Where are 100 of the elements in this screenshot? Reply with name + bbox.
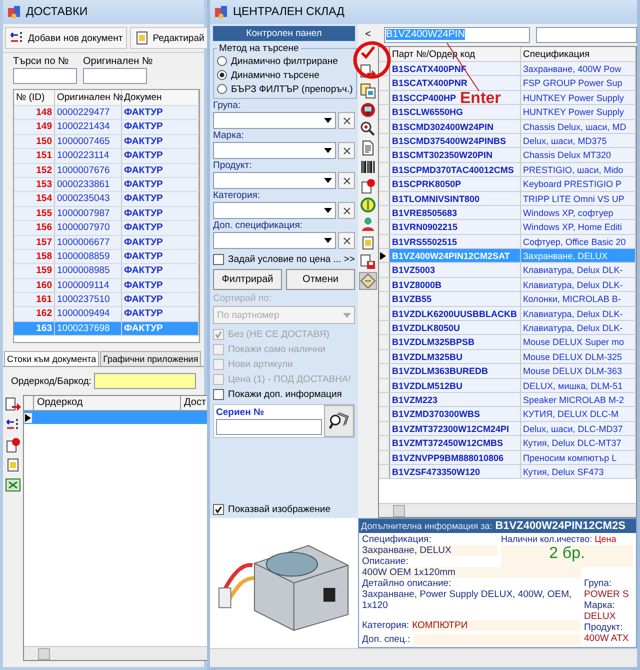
table-row[interactable]: B1VRE8505683 Windows XP, софтуер <box>379 206 636 220</box>
checkbox-label[interactable]: Показвай изображение <box>228 504 331 514</box>
table-row[interactable]: B1SCLW6550HG HUNTKEY Power Supply <box>379 105 636 120</box>
collapse-button[interactable]: < <box>365 26 371 42</box>
table-row[interactable]: B1VZ8000B Клавиатура, Delux DLK- <box>379 278 636 292</box>
spreadsheet-icon[interactable] <box>5 477 21 493</box>
magnifier-icon[interactable] <box>360 121 376 137</box>
table-row[interactable]: B1VRN0902215 Windows XP, Home Editi <box>379 220 636 235</box>
table-row[interactable]: B1VZSF473350W120 Кутия, Delux SF473 <box>379 464 636 480</box>
table-row[interactable]: B1SCPMD370TAC40012CMS PRESTIGIO, шаси, Mido <box>379 162 636 178</box>
table-row[interactable]: 157 1000006677 ФАКТУР <box>14 236 199 250</box>
table-row[interactable]: B1VZ5003 Клавиатура, Delux DLK- <box>379 263 636 278</box>
table-row[interactable]: B1VZB55 Колонки, MICROLAB B- <box>379 292 636 307</box>
filter-input[interactable] <box>536 27 637 43</box>
person-icon[interactable] <box>360 216 376 232</box>
table-row[interactable]: B1SCPRK8050P Keyboard PRESTIGIO P <box>379 177 636 192</box>
horizontal-scrollbar[interactable] <box>379 503 636 517</box>
radio-button[interactable] <box>217 70 227 80</box>
column-header[interactable]: Докумен <box>122 90 199 105</box>
table-row[interactable]: B1SCMT302350W20PIN Chassis Delux MT320 <box>379 148 636 163</box>
radio-button[interactable] <box>217 84 227 94</box>
table-row[interactable]: B1VZDLK6200UUSBBLACKB Клавиатура, Delux DLK- <box>379 306 636 322</box>
document-badge-icon[interactable] <box>360 178 376 194</box>
table-row[interactable]: 152 1000007676 ФАКТУР <box>14 164 199 178</box>
clear-button[interactable] <box>338 142 355 159</box>
table-row[interactable]: 153 0000233861 ФАКТУР <box>14 178 199 192</box>
table-row[interactable]: 148 0000229477 ФАКТУР <box>14 106 199 120</box>
table-row[interactable]: B1VZDLK8050U Клавиатура, Delux DLK- <box>379 321 636 336</box>
option-label[interactable]: Динамично филтриране <box>231 56 338 66</box>
table-row[interactable]: 158 1000008859 ФАКТУР <box>14 250 199 264</box>
dropdown-field[interactable] <box>213 172 336 189</box>
panel-button[interactable]: Филтрирай <box>213 269 282 290</box>
toolbar-button[interactable]: Редактирай <box>130 27 208 49</box>
document-icon[interactable] <box>360 235 376 251</box>
table-row[interactable]: 160 1000009114 ФАКТУР <box>14 278 199 294</box>
check-icon[interactable] <box>360 45 376 61</box>
document-save-icon[interactable] <box>360 254 376 270</box>
documents-icon[interactable] <box>360 83 376 99</box>
table-row[interactable]: 159 1000008985 ФАКТУР <box>14 264 199 279</box>
dropdown-field[interactable] <box>213 232 336 249</box>
column-header[interactable]: Спецификация <box>521 47 636 61</box>
table-row[interactable]: B1VRS5502515 Софтуер, Office Basic 20 <box>379 234 636 250</box>
horizontal-scrollbar[interactable] <box>24 646 210 660</box>
table-row[interactable]: 150 1000007465 ФАКТУР <box>14 134 199 150</box>
barcode-icon[interactable] <box>360 159 376 175</box>
document-icon[interactable] <box>5 457 21 473</box>
column-header[interactable]: Оригинален № <box>55 90 122 105</box>
panel-button[interactable]: Отмени <box>286 269 355 290</box>
table-row[interactable]: B1VZMT372300W12CM24PI Delux, шаси, DLC-MD37 <box>379 422 636 436</box>
column-header[interactable]: № (ID) <box>14 90 55 105</box>
table-row[interactable]: B1VZDLM363BUREDB Mouse DELUX DLM-363 <box>379 364 636 379</box>
table-row[interactable]: B1VZDLM512BU DELUX, мишка, DLM-51 <box>379 378 636 393</box>
column-header[interactable]: Дост <box>181 396 210 410</box>
table-row[interactable]: B1SCMD302400W24PIN Chassis Delux, шаси, MD <box>379 120 636 134</box>
table-row[interactable]: B1VZNVPP9BM888010806 Преносим компютър L <box>379 450 636 465</box>
radio-button[interactable] <box>217 56 227 66</box>
table-row[interactable]: B1VZDLM325BU Mouse DELUX DLM-325 <box>379 350 636 364</box>
dropdown-field[interactable] <box>213 112 336 129</box>
table-row[interactable]: B1VZMD370300WBS КУТИЯ, DELUX DLC-M <box>379 407 636 422</box>
table-row[interactable]: B1SCATX400PNR FSP GROUP Power Sup <box>379 76 636 91</box>
tab[interactable]: Графични приложения <box>100 351 202 366</box>
checkbox[interactable] <box>213 254 224 264</box>
table-row[interactable]: B1VZDLM325BPSB Mouse DELUX Super mo <box>379 335 636 350</box>
coin-icon[interactable] <box>360 197 376 213</box>
clear-button[interactable] <box>338 172 355 189</box>
table-row[interactable]: 156 1000007970 ФАКТУР <box>14 221 199 236</box>
barcode-input[interactable] <box>94 373 196 389</box>
serial-number-input[interactable] <box>216 419 322 435</box>
document-arrow-icon[interactable] <box>5 397 21 413</box>
page-icon[interactable] <box>360 140 376 156</box>
table-row[interactable]: 154 0000235043 ФАКТУР <box>14 192 199 207</box>
tab[interactable]: Стоки към документа <box>4 351 100 366</box>
table-row[interactable]: 149 1000221434 ФАКТУР <box>14 120 199 135</box>
table-row[interactable]: 151 1000223114 ФАКТУР <box>14 149 199 164</box>
option-label[interactable]: Динамично търсене <box>231 70 320 80</box>
checkbox-label[interactable]: Задай условие по цена ... >> <box>228 254 355 264</box>
clear-button[interactable] <box>338 232 355 249</box>
table-row[interactable]: B1TLOMNIVSINT800 TRIPP LITE Omni VS UP <box>379 192 636 206</box>
column-header[interactable]: Ордеркод <box>34 396 181 410</box>
serial-search-button[interactable] <box>324 405 354 437</box>
document-arrow-icon[interactable] <box>360 64 376 80</box>
clear-button[interactable] <box>338 202 355 219</box>
table-row[interactable]: 162 1000009494 ФАКТУР <box>14 307 199 322</box>
monitor-icon[interactable] <box>360 102 376 118</box>
dropdown-field[interactable] <box>213 202 336 219</box>
option-label[interactable]: БЪРЗ ФИЛТЪР (препоръч.) <box>231 84 353 94</box>
dropdown-field[interactable] <box>213 142 336 159</box>
search-input[interactable] <box>13 68 77 84</box>
checkbox[interactable] <box>213 388 224 400</box>
table-row[interactable]: 155 1000007987 ФАКТУР <box>14 206 199 222</box>
search-input[interactable] <box>83 68 147 84</box>
clear-button[interactable] <box>338 112 355 129</box>
table-row[interactable]: B1VZM223 Speaker MICROLAB M-2 <box>379 392 636 408</box>
table-row[interactable]: B1SCMD375400W24PINBS Delux, шаси, MD375 <box>379 134 636 148</box>
checkbox[interactable] <box>213 504 224 514</box>
checkbox-label[interactable]: Покажи доп. информация <box>228 388 342 400</box>
table-row[interactable]: 161 1000237510 ФАКТУР <box>14 293 199 308</box>
document-badge-icon[interactable] <box>5 437 21 453</box>
table-row[interactable]: B1VZMT372450W12CMBS Кутия, Delux DLC-MT37 <box>379 436 636 451</box>
toolbar-button[interactable]: Добави нов документ <box>5 27 127 49</box>
